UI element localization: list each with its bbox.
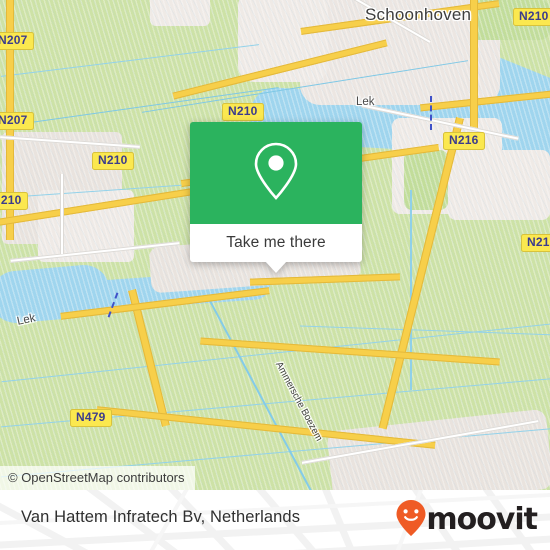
osm-attribution[interactable]: © OpenStreetMap contributors — [0, 466, 195, 490]
map-canvas[interactable]: Schoonhoven Lek Lek Ammersche Boezem N20… — [0, 0, 550, 490]
road-shield-n479: N479 — [70, 409, 112, 427]
road-shield-n207-a: N207 — [0, 32, 34, 50]
moovit-smiley-pin-icon — [395, 499, 427, 542]
location-title: Van Hattem Infratech Bv, Netherlands — [21, 508, 301, 526]
popup-header — [190, 122, 362, 224]
map-label-schoonhoven: Schoonhoven — [365, 5, 472, 24]
destination-popup[interactable]: Take me there — [190, 122, 362, 273]
road-shield-n210-c: N210 — [222, 103, 264, 121]
map-screenshot: Schoonhoven Lek Lek Ammersche Boezem N20… — [0, 0, 550, 550]
road-shield-n210-d: N210 — [513, 8, 550, 26]
footer-bar: Van Hattem Infratech Bv, Netherlands moo… — [0, 490, 550, 550]
road-n216-north — [470, 0, 478, 130]
take-me-there-button[interactable]: Take me there — [226, 234, 326, 252]
ferry-route — [430, 96, 432, 130]
road-shield-n210-a: N210 — [0, 192, 28, 210]
popup-pointer — [265, 261, 287, 273]
road-shield-n216-b: N216 — [521, 234, 550, 252]
canal-line — [410, 190, 412, 390]
map-pin-icon — [250, 140, 302, 207]
popup-action-bar[interactable]: Take me there — [190, 224, 362, 262]
road-shield-n210-b: N210 — [92, 152, 134, 170]
moovit-brand[interactable]: moovit — [395, 499, 538, 537]
road-minor — [60, 174, 64, 254]
road-shield-n207-b: N207 — [0, 112, 34, 130]
road-shield-n216-a: N216 — [443, 132, 485, 150]
map-label-lek-east: Lek — [356, 96, 375, 108]
moovit-wordmark: moovit — [426, 502, 538, 537]
